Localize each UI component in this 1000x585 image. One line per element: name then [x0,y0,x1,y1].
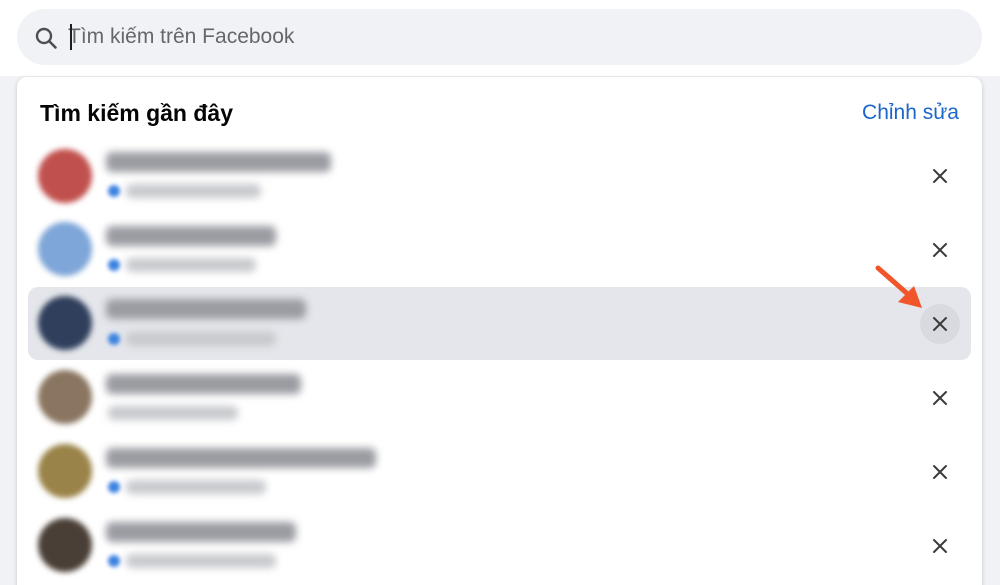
arrow-annotation-icon [875,265,922,308]
remove-button[interactable] [920,452,960,492]
remove-button[interactable] [920,378,960,418]
text-caret [70,24,72,50]
blurred-meta [126,332,276,346]
avatar [38,444,92,498]
avatar [38,149,92,203]
recent-search-item-highlighted[interactable] [28,287,971,360]
close-icon [933,539,947,553]
meta-icon [108,481,120,493]
recent-search-item[interactable] [28,435,971,508]
edit-button[interactable]: Chỉnh sửa [862,101,959,125]
blurred-name [106,226,276,246]
blurred-meta [126,554,276,568]
recent-search-item[interactable] [28,140,971,213]
blurred-meta [126,258,256,272]
search-input[interactable] [68,20,948,54]
blurred-meta [126,480,266,494]
close-icon [933,391,947,405]
close-icon [933,465,947,479]
close-icon [933,169,947,183]
recent-search-item[interactable] [28,361,971,434]
recent-search-item[interactable] [28,213,971,286]
blurred-name [106,374,301,394]
close-icon [933,317,947,331]
avatar [38,296,92,350]
meta-icon [108,333,120,345]
recent-searches-title: Tìm kiếm gần đây [40,100,234,126]
blurred-meta [108,406,238,420]
blurred-name [106,299,306,319]
blurred-name [106,152,331,172]
meta-icon [108,555,120,567]
blurred-name [106,522,296,542]
avatar [38,222,92,276]
avatar [38,518,92,572]
close-icon [933,243,947,257]
meta-icon [108,259,120,271]
blurred-name [106,448,376,468]
meta-icon [108,185,120,197]
remove-button[interactable] [920,156,960,196]
remove-button[interactable] [920,526,960,566]
recent-search-item[interactable] [28,509,971,582]
search-icon [35,27,57,49]
avatar [38,370,92,424]
blurred-meta [126,184,261,198]
